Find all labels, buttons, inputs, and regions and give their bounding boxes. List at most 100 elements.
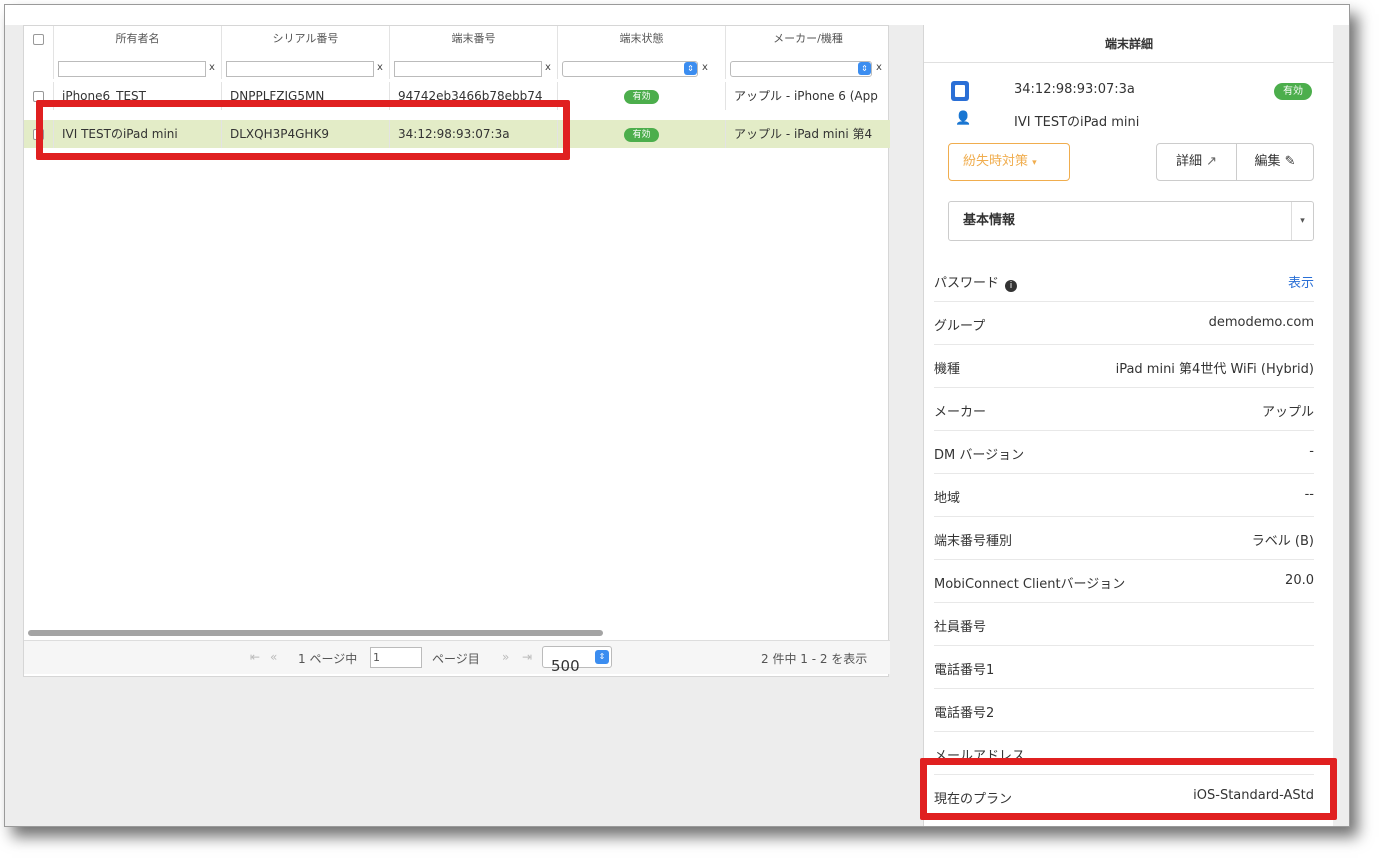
section-select[interactable]: 基本情報 ▾ <box>948 201 1314 241</box>
filter-owner-input[interactable] <box>58 61 206 77</box>
filter-maker-model: ⇕ x <box>726 59 890 79</box>
caret-down-icon: ▾ <box>1291 202 1313 240</box>
filter-serial: x <box>222 59 390 79</box>
select-arrows-icon: ⇕ <box>858 62 871 75</box>
field-label: 社員番号 <box>934 620 987 635</box>
field-device-number-type: 端末番号種別 ラベル (B) <box>934 517 1314 560</box>
cell-maker-model: アップル - iPad mini 第4 <box>734 127 873 141</box>
page-number-input[interactable]: 1 <box>370 647 422 668</box>
field-value: -- <box>1304 487 1314 502</box>
filter-owner-clear[interactable]: x <box>209 62 215 73</box>
field-label: MobiConnect Clientバージョン <box>934 577 1126 592</box>
details-button[interactable]: 詳細 ↗ <box>1157 144 1237 180</box>
detail-action-buttons: 詳細 ↗ 編集 ✎ <box>1156 143 1314 181</box>
highlight-current-plan <box>920 758 1337 820</box>
last-page-button[interactable]: ⇥ <box>522 650 532 664</box>
external-link-icon: ↗ <box>1206 154 1218 169</box>
status-badge: 有効 <box>1274 83 1312 100</box>
field-label: グループ <box>934 319 986 334</box>
field-group: グループ demodemo.com <box>934 302 1314 345</box>
cell-maker-model: アップル - iPhone 6 (App <box>734 89 878 103</box>
lost-measures-dropdown-button[interactable]: 紛失時対策 ▾ <box>948 143 1070 181</box>
first-page-button[interactable]: ⇤ <box>250 650 260 664</box>
field-value: - <box>1309 444 1314 459</box>
field-model: 機種 iPad mini 第4世代 WiFi (Hybrid) <box>934 345 1314 388</box>
edit-label: 編集 <box>1254 154 1281 169</box>
filter-device-number: x <box>390 59 558 79</box>
field-label: 端末番号種別 <box>934 534 1013 549</box>
filter-maker-model-select[interactable] <box>730 61 872 77</box>
field-label: DM バージョン <box>934 448 1025 463</box>
detail-device-number: 34:12:98:93:07:3a <box>1014 82 1135 97</box>
field-value: アップル <box>1261 405 1314 420</box>
column-header-serial[interactable]: シリアル番号 <box>222 26 390 59</box>
user-icon: 👤 <box>955 111 972 126</box>
field-phone-2: 電話番号2 <box>934 689 1314 732</box>
page-size-value: 500 <box>551 657 580 675</box>
info-icon[interactable]: i <box>1005 280 1018 292</box>
select-all-column <box>24 26 54 59</box>
field-region: 地域 -- <box>934 474 1314 517</box>
field-value: demodemo.com <box>1208 315 1314 330</box>
column-header-status[interactable]: 端末状態 <box>558 26 726 59</box>
page-prefix-text: 1 ページ中 <box>298 652 358 666</box>
detail-owner: IVI TESTのiPad mini <box>1014 115 1140 130</box>
select-arrows-icon: ⇕ <box>684 62 697 75</box>
field-client-version: MobiConnect Clientバージョン 20.0 <box>934 560 1314 603</box>
page-suffix-text: ページ目 <box>432 652 480 666</box>
select-arrows-icon: ⇕ <box>595 650 609 664</box>
section-select-value: 基本情報 <box>963 213 1016 228</box>
record-summary: 2 件中 1 - 2 を表示 <box>761 652 868 666</box>
filter-device-number-clear[interactable]: x <box>545 62 551 73</box>
field-password: パスワード i 表示 <box>934 259 1314 302</box>
filter-status-select[interactable] <box>562 61 698 77</box>
cell-status: 有効 <box>558 82 726 110</box>
page-size-select[interactable]: 500 ⇕ <box>542 646 612 675</box>
tablet-icon <box>951 81 969 101</box>
window-top-bar <box>5 5 1349 25</box>
filter-maker-model-clear[interactable]: x <box>876 62 882 73</box>
device-detail-panel: 端末詳細 34:12:98:93:07:3a 有効 👤 IVI TESTのiPa… <box>923 25 1334 826</box>
next-page-button[interactable]: » <box>502 650 509 664</box>
status-badge: 有効 <box>624 127 659 142</box>
field-phone-1: 電話番号1 <box>934 646 1314 689</box>
column-header-owner[interactable]: 所有者名 <box>54 26 222 59</box>
panel-title: 端末詳細 <box>924 25 1334 63</box>
field-password-label: パスワード <box>934 276 1000 291</box>
filter-serial-clear[interactable]: x <box>377 62 383 73</box>
prev-page-button[interactable]: « <box>270 650 277 664</box>
highlight-selected-row <box>36 100 570 160</box>
filter-status-clear[interactable]: x <box>702 62 708 73</box>
filter-status: ⇕ x <box>558 59 726 79</box>
field-employee-number: 社員番号 <box>934 603 1314 646</box>
field-value: 20.0 <box>1285 573 1314 588</box>
status-badge: 有効 <box>624 89 659 104</box>
filter-row: x x x ⇕ x ⇕ x <box>24 59 890 79</box>
filter-serial-input[interactable] <box>226 61 374 77</box>
field-label: 電話番号1 <box>934 663 995 678</box>
field-value: iPad mini 第4世代 WiFi (Hybrid) <box>1115 362 1314 377</box>
filter-spacer <box>24 59 54 79</box>
horizontal-scrollbar[interactable] <box>28 630 603 636</box>
cell-status: 有効 <box>558 120 726 148</box>
field-value: ラベル (B) <box>1251 534 1314 549</box>
show-password-link[interactable]: 表示 <box>1288 272 1314 291</box>
column-header-device-number[interactable]: 端末番号 <box>390 26 558 59</box>
edit-button[interactable]: 編集 ✎ <box>1237 144 1313 180</box>
lost-measures-label: 紛失時対策 <box>963 154 1029 169</box>
caret-down-icon: ▾ <box>1032 158 1037 168</box>
field-label: メーカー <box>934 405 987 420</box>
filter-owner: x <box>54 59 222 79</box>
field-dm-version: DM バージョン - <box>934 431 1314 474</box>
field-maker: メーカー アップル <box>934 388 1314 431</box>
details-label: 詳細 <box>1175 154 1202 169</box>
column-header-maker-model[interactable]: メーカー/機種 <box>726 26 890 59</box>
select-all-checkbox[interactable] <box>33 34 44 45</box>
field-label: 地域 <box>934 491 961 506</box>
field-password-key: パスワード i <box>934 272 1018 292</box>
filter-device-number-input[interactable] <box>394 61 542 77</box>
field-label: 機種 <box>934 362 961 377</box>
field-label: 電話番号2 <box>934 706 995 721</box>
pager: ⇤ « 1 ページ中 1 ページ目 » ⇥ 500 ⇕ 2 件中 1 - 2 を… <box>24 640 890 675</box>
grid-header: 所有者名 シリアル番号 端末番号 端末状態 メーカー/機種 <box>24 26 890 59</box>
